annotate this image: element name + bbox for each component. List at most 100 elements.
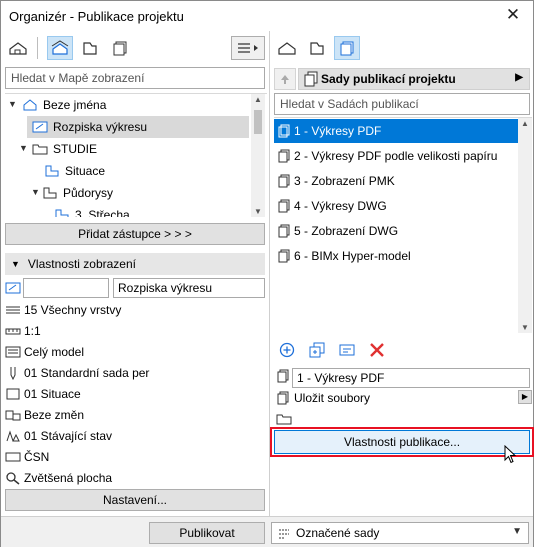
prop-zoom[interactable]: Zvětšená plocha (5, 467, 112, 488)
view-map-search-input[interactable]: Hledat v Mapě zobrazení (5, 67, 265, 89)
settings-button[interactable]: Nastavení... (5, 489, 265, 511)
view-map-tree: ▼ Beze jména Rozpiska výkresu ▼ STUDIE S… (5, 93, 267, 217)
chevron-up-icon[interactable]: ▲ (518, 118, 532, 130)
set-item[interactable]: 6 - BIMx Hyper-model (274, 244, 518, 268)
tree-scrollbar[interactable]: ▲ ▼ (251, 94, 265, 217)
layers-icon (5, 302, 21, 318)
publisher-set-dropdown[interactable]: Sady publikací projektu ▶ (298, 68, 530, 90)
collapse-triangle-icon: ▼ (11, 259, 20, 269)
tree-item-site[interactable]: Situace (43, 160, 249, 182)
display-icon (5, 386, 21, 402)
close-icon[interactable]: ✕ (503, 5, 523, 25)
tree-item-label: Situace (65, 164, 106, 178)
chevron-down-icon[interactable]: ▼ (8, 99, 17, 109)
tree-item-folder[interactable]: STUDIE (31, 138, 249, 160)
organizer-window: Organizér - Publikace projektu ✕ Hledat … (0, 0, 534, 547)
set-name-field[interactable]: 1 - Výkresy PDF (292, 368, 530, 388)
save-files-icon (276, 391, 292, 407)
project-map-icon[interactable] (5, 36, 31, 60)
view-map-icon[interactable] (47, 36, 73, 60)
prop-value: Zvětšená plocha (24, 470, 113, 485)
zoom-icon (5, 470, 21, 486)
publisher-set-icon (276, 223, 292, 239)
save-files-label[interactable]: Uložit soubory (294, 391, 370, 405)
sets-scrollbar[interactable]: ▲ ▼ (518, 118, 532, 333)
publisher-set-icon (276, 369, 292, 385)
scroll-thumb[interactable] (254, 110, 262, 134)
prop-graphic-override[interactable]: Beze změn (5, 404, 84, 425)
model-icon (5, 344, 21, 360)
layout-book-icon[interactable] (304, 36, 330, 60)
chevron-up-icon[interactable]: ▲ (251, 94, 265, 106)
prop-structure[interactable]: Celý model (5, 341, 84, 362)
site-plan-icon (43, 163, 61, 179)
toolbar-divider (37, 37, 38, 59)
section-title: Vlastnosti zobrazení (27, 257, 136, 271)
tree-item-floor-plans[interactable]: Půdorysy (41, 182, 249, 204)
project-root-icon (21, 97, 39, 113)
menu-button[interactable] (231, 36, 265, 60)
new-folder-icon[interactable] (336, 339, 358, 361)
project-map-icon[interactable] (274, 36, 300, 60)
scope-value: Označené sady (296, 526, 380, 540)
chevron-down-icon: ▼ (512, 526, 522, 537)
dimension-icon (5, 449, 21, 465)
publisher-set-icon (276, 123, 292, 139)
list-icon (276, 526, 292, 542)
prop-value: 01 Situace (24, 386, 81, 401)
tree-item-drawing-sheet[interactable]: Rozpiska výkresu (27, 116, 249, 138)
renovation-icon (5, 428, 21, 444)
chevron-right-icon[interactable]: ▶ (518, 390, 532, 404)
prop-model-view[interactable]: 01 Situace (5, 383, 81, 404)
prop-value: 1:1 (24, 323, 41, 338)
delete-icon[interactable] (366, 339, 388, 361)
chevron-down-icon[interactable]: ▼ (31, 187, 40, 197)
new-item-icon[interactable] (306, 339, 328, 361)
prop-pen-set[interactable]: 01 Standardní sada per (5, 362, 149, 383)
title-bar: Organizér - Publikace projektu ✕ (1, 1, 533, 31)
folder-icon[interactable] (276, 412, 292, 428)
sheet-view-icon (31, 119, 49, 135)
floor-plan-folder-icon (41, 185, 59, 201)
publisher-sets-icon[interactable] (107, 36, 133, 60)
publish-button[interactable]: Publikovat (149, 522, 265, 544)
view-properties-header[interactable]: ▼ Vlastnosti zobrazení (5, 253, 265, 275)
tree-item-project[interactable]: Beze jména (19, 94, 249, 116)
set-label: 5 - Zobrazení DWG (294, 224, 399, 238)
prop-dimensions[interactable]: ČSN (5, 446, 49, 467)
tree-item-label: 3. Střecha (75, 208, 130, 217)
tree-item-roof[interactable]: 3. Střecha (53, 204, 249, 217)
prop-value: 15 Všechny vrstvy (24, 302, 122, 317)
publisher-sets-icon[interactable] (334, 36, 360, 60)
set-item[interactable]: 1 - Výkresy PDF (274, 119, 518, 143)
view-id-field[interactable] (23, 278, 109, 298)
set-item[interactable]: 4 - Výkresy DWG (274, 194, 518, 218)
prop-layers[interactable]: 15 Všechny vrstvy (5, 299, 121, 320)
layout-book-icon[interactable] (77, 36, 103, 60)
new-set-icon[interactable] (276, 339, 298, 361)
publisher-sets-icon (303, 71, 321, 87)
prop-renovation[interactable]: 01 Stávající stav (5, 425, 112, 446)
publisher-search-input[interactable]: Hledat v Sadách publikací (274, 93, 530, 115)
publisher-set-icon (276, 248, 292, 264)
pen-icon (5, 365, 21, 381)
prop-value: 01 Stávající stav (24, 428, 113, 443)
prop-scale[interactable]: 1:1 (5, 320, 41, 341)
chevron-down-icon[interactable]: ▼ (251, 206, 265, 217)
set-item[interactable]: 2 - Výkresy PDF podle velikosti papíru (274, 144, 518, 168)
prop-value: ČSN (24, 449, 50, 464)
publisher-sets-list: 1 - Výkresy PDF 2 - Výkresy PDF podle ve… (274, 117, 532, 333)
chevron-down-icon[interactable]: ▼ (19, 143, 28, 153)
set-item[interactable]: 5 - Zobrazení DWG (274, 219, 518, 243)
add-shortcut-button[interactable]: Přidat zástupce > > > (5, 223, 265, 245)
prop-value: Beze změn (24, 407, 85, 422)
publish-properties-button[interactable]: Vlastnosti publikace... (274, 430, 530, 454)
set-label: 2 - Výkresy PDF podle velikosti papíru (294, 149, 498, 163)
prop-value: 01 Standardní sada per (24, 365, 150, 380)
set-item[interactable]: 3 - Zobrazení PMK (274, 169, 518, 193)
view-name-field[interactable]: Rozpiska výkresu (113, 278, 265, 298)
chevron-down-icon[interactable]: ▼ (518, 322, 532, 333)
up-arrow-button[interactable] (274, 68, 296, 90)
window-title: Organizér - Publikace projektu (9, 9, 184, 24)
publish-scope-dropdown[interactable]: Označené sady ▼ (271, 522, 529, 544)
